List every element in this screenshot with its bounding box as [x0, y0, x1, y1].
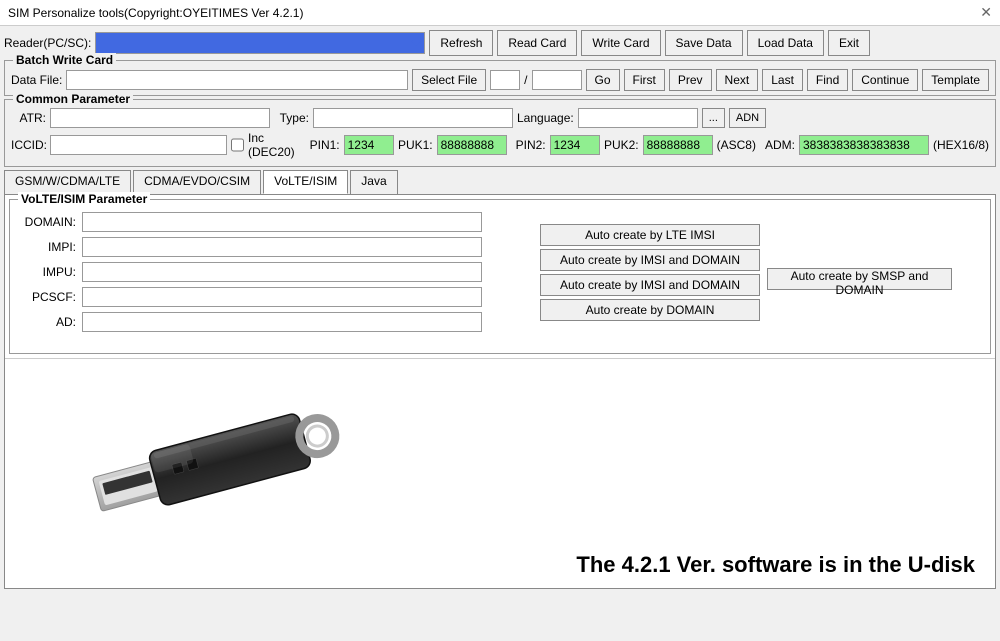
main-content: Reader(PC/SC): Refresh Read Card Write C…	[0, 26, 1000, 593]
impi-row: IMPI:	[16, 237, 984, 257]
next-button[interactable]: Next	[716, 69, 759, 91]
auto-btn-imsi-domain-2[interactable]: Auto create by IMSI and DOMAIN	[540, 274, 760, 296]
tab-gsm[interactable]: GSM/W/CDMA/LTE	[4, 170, 131, 194]
domain-label: DOMAIN:	[16, 215, 76, 229]
batch-slash: /	[524, 73, 527, 87]
auto-btn-smsp-domain[interactable]: Auto create by SMSP and DOMAIN	[767, 268, 952, 290]
ad-label: AD:	[16, 315, 76, 329]
inc-checkbox[interactable]	[231, 138, 244, 152]
read-card-button[interactable]: Read Card	[497, 30, 577, 56]
impu-input[interactable]	[82, 262, 482, 282]
toolbar: Reader(PC/SC): Refresh Read Card Write C…	[4, 30, 996, 56]
language-dots-button[interactable]: ...	[702, 108, 725, 128]
impi-label: IMPI:	[16, 240, 76, 254]
ad-input[interactable]	[82, 312, 482, 332]
common-section: Common Parameter ATR: Type: Language: ..…	[4, 99, 996, 167]
inc-label: Inc (DEC20)	[248, 131, 301, 159]
language-input[interactable]	[578, 108, 698, 128]
iccid-input[interactable]	[50, 135, 227, 155]
common-title: Common Parameter	[13, 92, 133, 106]
first-button[interactable]: First	[624, 69, 665, 91]
template-button[interactable]: Template	[922, 69, 989, 91]
pin1-label: PIN1:	[305, 138, 340, 152]
reader-select[interactable]	[95, 32, 425, 54]
save-data-button[interactable]: Save Data	[665, 30, 743, 56]
title-bar: SIM Personalize tools(Copyright:OYEITIME…	[0, 0, 1000, 26]
batch-section: Batch Write Card Data File: Select File …	[4, 60, 996, 96]
atr-input[interactable]	[50, 108, 270, 128]
auto-btn-domain[interactable]: Auto create by DOMAIN	[540, 299, 760, 321]
asc8-label: (ASC8)	[717, 138, 756, 152]
type-input[interactable]	[313, 108, 513, 128]
tab-cdma[interactable]: CDMA/EVDO/CSIM	[133, 170, 261, 194]
usb-drive-image	[35, 369, 355, 579]
load-data-button[interactable]: Load Data	[747, 30, 824, 56]
refresh-button[interactable]: Refresh	[429, 30, 493, 56]
tabs-row: GSM/W/CDMA/LTE CDMA/EVDO/CSIM VoLTE/ISIM…	[4, 170, 996, 194]
ad-row: AD:	[16, 312, 984, 332]
language-label: Language:	[517, 111, 574, 125]
data-file-label: Data File:	[11, 73, 62, 87]
atr-row: ATR: Type: Language: ... ADN	[11, 108, 989, 128]
iccid-row: ICCID: Inc (DEC20) PIN1: 1234 PUK1: 8888…	[11, 131, 989, 159]
domain-row: DOMAIN:	[16, 212, 984, 232]
pcscf-input[interactable]	[82, 287, 482, 307]
tab-java[interactable]: Java	[350, 170, 397, 194]
volte-section: VoLTE/ISIM Parameter DOMAIN: IMPI: IMPU:…	[9, 199, 991, 354]
data-file-input[interactable]	[66, 70, 408, 90]
impu-label: IMPU:	[16, 265, 76, 279]
adn-button[interactable]: ADN	[729, 108, 766, 128]
window-title: SIM Personalize tools(Copyright:OYEITIME…	[8, 6, 303, 20]
auto-btn-imsi-domain-1[interactable]: Auto create by IMSI and DOMAIN	[540, 249, 760, 271]
reader-label: Reader(PC/SC):	[4, 36, 91, 50]
tab-volte[interactable]: VoLTE/ISIM	[263, 170, 348, 194]
iccid-label: ICCID:	[11, 138, 46, 152]
close-button[interactable]: ✕	[980, 4, 992, 21]
pin2-input[interactable]: 1234	[550, 135, 600, 155]
batch-row: Data File: Select File / Go First Prev N…	[11, 69, 989, 91]
puk1-label: PUK1:	[398, 138, 433, 152]
hex16-label: (HEX16/8)	[933, 138, 989, 152]
adm-input[interactable]: 3838383838383838	[799, 135, 929, 155]
batch-title: Batch Write Card	[13, 53, 116, 67]
continue-button[interactable]: Continue	[852, 69, 918, 91]
batch-current-number[interactable]	[490, 70, 520, 90]
puk1-input[interactable]: 88888888	[437, 135, 507, 155]
content-area: The 4.2.1 Ver. software is in the U-disk	[5, 358, 995, 588]
select-file-button[interactable]: Select File	[412, 69, 486, 91]
auto-btn-lte-imsi[interactable]: Auto create by LTE IMSI	[540, 224, 760, 246]
auto-btns-column: Auto create by LTE IMSI Auto create by I…	[540, 224, 760, 321]
impi-input[interactable]	[82, 237, 482, 257]
bottom-text: The 4.2.1 Ver. software is in the U-disk	[556, 542, 995, 588]
puk2-input[interactable]: 88888888	[643, 135, 713, 155]
last-button[interactable]: Last	[762, 69, 803, 91]
pin1-input[interactable]: 1234	[344, 135, 394, 155]
puk2-label: PUK2:	[604, 138, 639, 152]
write-card-button[interactable]: Write Card	[581, 30, 660, 56]
type-label: Type:	[274, 111, 309, 125]
pin2-label: PIN2:	[511, 138, 546, 152]
find-button[interactable]: Find	[807, 69, 848, 91]
pcscf-label: PCSCF:	[16, 290, 76, 304]
exit-button[interactable]: Exit	[828, 30, 870, 56]
batch-total-number[interactable]	[532, 70, 582, 90]
atr-label: ATR:	[11, 111, 46, 125]
prev-button[interactable]: Prev	[669, 69, 712, 91]
go-button[interactable]: Go	[586, 69, 620, 91]
volte-tab-content: VoLTE/ISIM Parameter DOMAIN: IMPI: IMPU:…	[4, 194, 996, 589]
domain-input[interactable]	[82, 212, 482, 232]
adm-label: ADM:	[760, 138, 795, 152]
volte-section-title: VoLTE/ISIM Parameter	[18, 192, 150, 206]
